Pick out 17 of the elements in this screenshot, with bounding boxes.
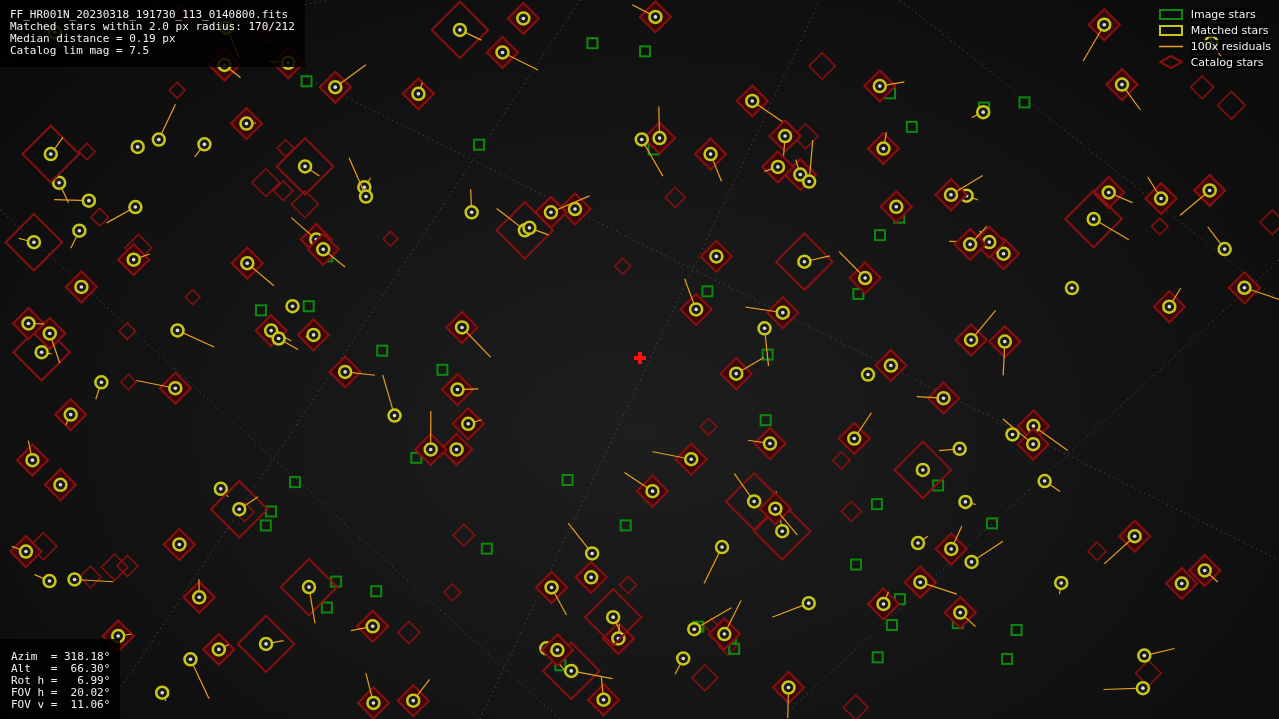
legend-label: Matched stars bbox=[1190, 23, 1269, 37]
legend-label: Catalog stars bbox=[1190, 55, 1264, 69]
square-outline-icon bbox=[1158, 24, 1183, 36]
legend-label: 100x residuals bbox=[1190, 39, 1271, 53]
diamond-icon bbox=[1158, 55, 1183, 69]
square-outline-icon bbox=[1158, 8, 1183, 20]
info-text: Matched stars within 2.0 px radius: 170/212 bbox=[10, 21, 295, 33]
legend-label: Image stars bbox=[1190, 7, 1256, 21]
pointing-text: Alt = 66.30° bbox=[11, 663, 111, 675]
line-icon bbox=[1158, 44, 1183, 48]
info-text: Catalog lim mag = 7.5 bbox=[10, 45, 151, 57]
pointing-text: Azim = 318.18° bbox=[11, 651, 111, 663]
pointing-text: FOV h = 20.02° bbox=[11, 687, 111, 699]
pointing-text: FOV v = 11.06° bbox=[11, 699, 111, 711]
info-text: FF_HR001N_20230318_191730_113_0140800.fits bbox=[10, 9, 290, 21]
pointing-text: Rot h = 6.99° bbox=[11, 675, 111, 687]
info-text: Median distance = 0.19 px bbox=[10, 33, 177, 45]
